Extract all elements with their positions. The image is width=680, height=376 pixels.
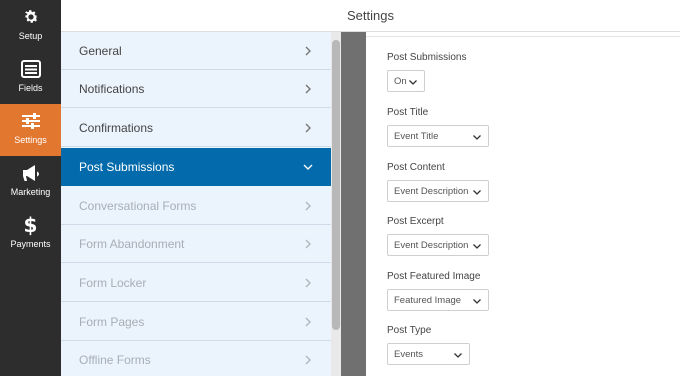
- menu-item-general[interactable]: General: [61, 32, 331, 70]
- post-featured-image-select[interactable]: Featured Image: [387, 289, 489, 311]
- chevron-right-icon: [305, 123, 311, 133]
- divider: [366, 36, 680, 37]
- page-title: Settings: [347, 8, 394, 23]
- rail-marketing-label: Marketing: [10, 187, 51, 197]
- select-value: Event Title: [394, 130, 439, 142]
- menu-item-label: Form Locker: [79, 275, 147, 290]
- builder-sidebar: Setup Fields Settings Marketing $ Paymen…: [0, 0, 61, 376]
- menu-item-label: Notifications: [79, 81, 145, 96]
- menu-item-label: Form Pages: [79, 314, 145, 329]
- top-header: Settings: [61, 0, 680, 32]
- rail-fields[interactable]: Fields: [0, 52, 61, 104]
- rail-payments-label: Payments: [10, 239, 51, 249]
- menu-item-notifications[interactable]: Notifications: [61, 70, 331, 108]
- chevron-right-icon: [305, 278, 311, 288]
- chevron-down-icon: [409, 80, 417, 85]
- menu-item-label: Form Abandonment: [79, 236, 185, 251]
- rail-marketing[interactable]: Marketing: [0, 156, 61, 208]
- chevron-right-icon: [305, 46, 311, 56]
- rail-payments[interactable]: $ Payments: [0, 208, 61, 260]
- menu-scrollbar-thumb[interactable]: [332, 40, 340, 330]
- menu-item-label: Offline Forms: [79, 352, 151, 367]
- post-type-label: Post Type: [387, 325, 432, 336]
- post-excerpt-select[interactable]: Event Description: [387, 234, 489, 256]
- chevron-down-icon: [473, 299, 481, 304]
- menu-item-label: Confirmations: [79, 120, 154, 135]
- menu-item-label: Conversational Forms: [79, 198, 197, 213]
- post-submissions-label: Post Submissions: [387, 52, 467, 63]
- settings-menu: General Notifications Confirmations Post…: [61, 32, 331, 376]
- gear-icon: [20, 6, 42, 28]
- chevron-down-icon: [473, 135, 481, 140]
- menu-item-label: General: [79, 43, 122, 58]
- post-type-select[interactable]: Events: [387, 343, 470, 365]
- chevron-down-icon: [473, 190, 481, 195]
- menu-item-form-abandonment[interactable]: Form Abandonment: [61, 225, 331, 263]
- chevron-down-icon: [473, 244, 481, 249]
- menu-item-confirmations[interactable]: Confirmations: [61, 109, 331, 147]
- chevron-right-icon: [305, 239, 311, 249]
- select-value: On: [394, 75, 407, 87]
- menu-item-conversational-forms[interactable]: Conversational Forms: [61, 187, 331, 225]
- rail-settings-label: Settings: [14, 135, 47, 145]
- rail-setup[interactable]: Setup: [0, 0, 61, 52]
- post-title-label: Post Title: [387, 107, 429, 118]
- select-value: Event Description: [394, 185, 469, 197]
- post-content-select[interactable]: Event Description: [387, 180, 489, 202]
- post-content-label: Post Content: [387, 162, 445, 173]
- menu-item-form-pages[interactable]: Form Pages: [61, 303, 331, 341]
- chevron-right-icon: [305, 201, 311, 211]
- chevron-right-icon: [305, 84, 311, 94]
- chevron-down-icon: [303, 164, 313, 170]
- post-excerpt-label: Post Excerpt: [387, 216, 444, 227]
- rail-fields-label: Fields: [18, 83, 43, 93]
- select-value: Events: [394, 348, 424, 360]
- post-featured-image-label: Post Featured Image: [387, 271, 481, 282]
- post-submissions-select[interactable]: On: [387, 70, 425, 92]
- select-value: Featured Image: [394, 294, 462, 306]
- chevron-right-icon: [305, 317, 311, 327]
- panel-divider: [341, 32, 366, 376]
- post-title-select[interactable]: Event Title: [387, 125, 489, 147]
- list-icon: [20, 58, 42, 80]
- menu-item-post-submissions[interactable]: Post Submissions: [61, 148, 331, 186]
- settings-content: Post Submissions On Post Title Event Tit…: [366, 32, 680, 376]
- chevron-down-icon: [454, 353, 462, 358]
- rail-setup-label: Setup: [18, 31, 43, 41]
- chevron-right-icon: [305, 355, 311, 365]
- sliders-icon: [20, 110, 42, 132]
- menu-item-form-locker[interactable]: Form Locker: [61, 264, 331, 302]
- menu-item-offline-forms[interactable]: Offline Forms: [61, 341, 331, 376]
- menu-item-label: Post Submissions: [79, 159, 175, 174]
- select-value: Event Description: [394, 239, 469, 251]
- dollar-icon: $: [23, 213, 38, 237]
- rail-settings[interactable]: Settings: [0, 104, 61, 156]
- megaphone-icon: [20, 162, 42, 184]
